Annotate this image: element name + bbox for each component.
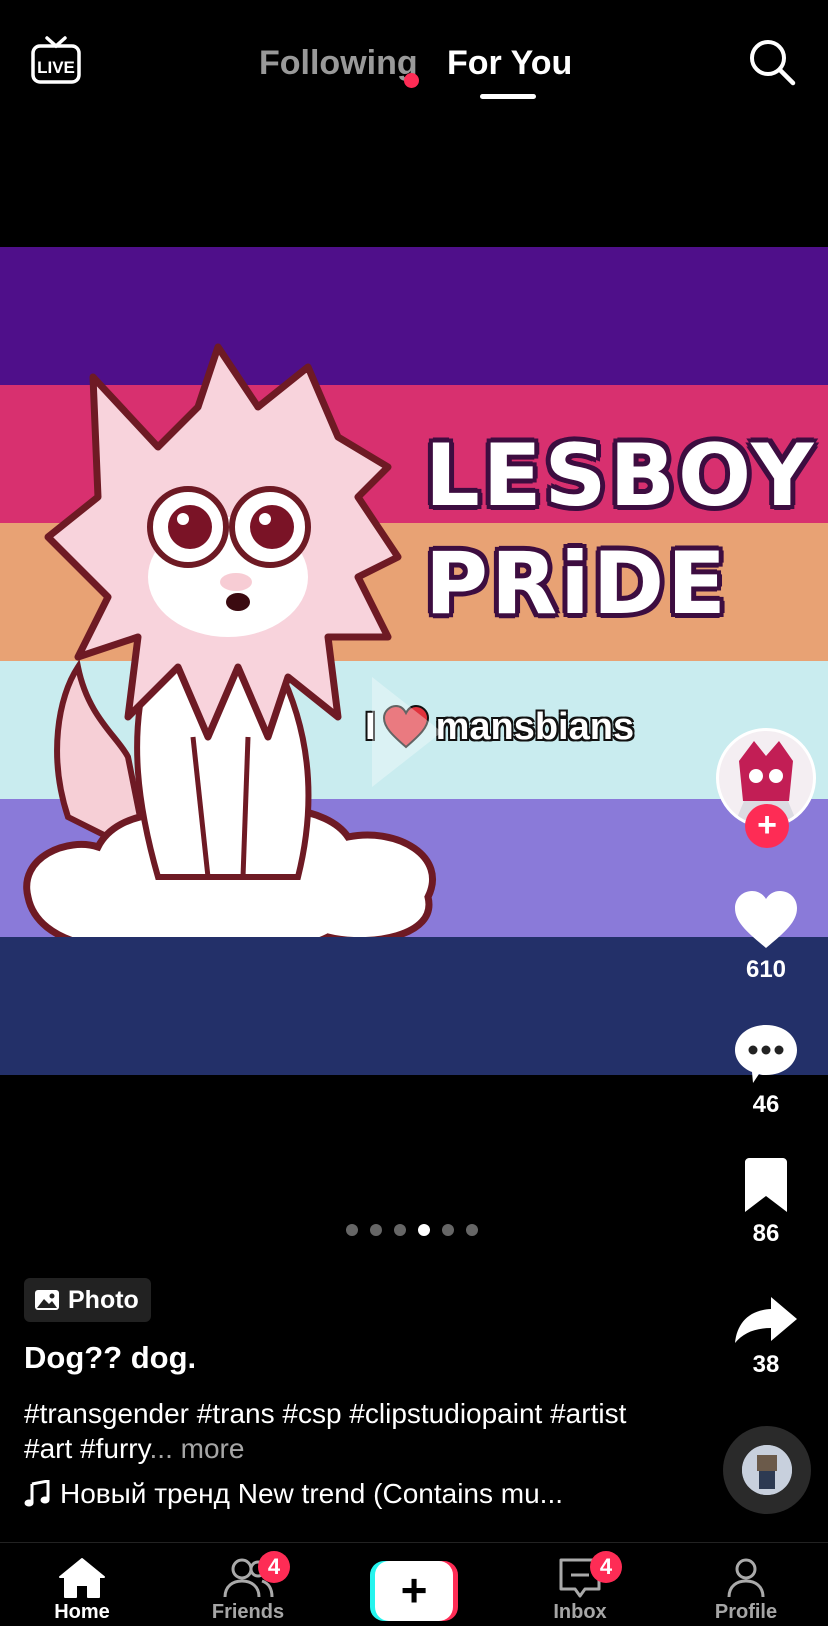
plus-icon: +: [375, 1561, 453, 1621]
comment-count: 46: [752, 1091, 780, 1118]
carousel-dot: [346, 1224, 358, 1236]
share-count: 38: [752, 1351, 780, 1378]
home-icon: [59, 1558, 105, 1598]
bookmark-icon: [745, 1158, 787, 1212]
active-tab-indicator: [480, 94, 536, 99]
inbox-badge: 4: [590, 1551, 622, 1583]
carousel-dot: [442, 1224, 454, 1236]
carousel-dot: [466, 1224, 478, 1236]
carousel-dot-active: [418, 1224, 430, 1236]
save-button[interactable]: 86: [726, 1158, 806, 1248]
save-count: 86: [752, 1220, 780, 1247]
search-icon: [750, 40, 796, 86]
photo-badge-label: Photo: [68, 1285, 139, 1314]
tab-for-you[interactable]: For You: [447, 44, 572, 83]
nav-inbox[interactable]: Inbox 4: [520, 1551, 640, 1624]
carousel-page-indicator: [346, 1224, 478, 1236]
friends-badge: 4: [258, 1551, 290, 1583]
post-hashtags[interactable]: #transgender #trans #csp #clipstudiopain…: [24, 1396, 674, 1466]
nav-friends[interactable]: Friends 4: [188, 1551, 308, 1624]
music-note-icon: [24, 1480, 50, 1507]
nav-friends-label: Friends: [211, 1601, 285, 1623]
post-image[interactable]: LESBOY PRiDE I mansbians: [0, 247, 828, 1075]
music-disc[interactable]: [723, 1426, 811, 1514]
profile-icon: [727, 1558, 765, 1598]
nav-home[interactable]: Home: [22, 1557, 142, 1624]
carousel-dot: [370, 1224, 382, 1236]
more-link[interactable]: more: [181, 1433, 245, 1464]
search-button[interactable]: [748, 38, 796, 86]
flag-title: LESBOY PRiDE: [425, 422, 816, 638]
photo-type-badge: Photo: [24, 1278, 151, 1322]
music-cover-image: [742, 1445, 792, 1495]
create-button[interactable]: +: [370, 1561, 458, 1621]
hashtag-ellipsis: ...: [149, 1433, 173, 1464]
nav-profile-label: Profile: [714, 1601, 778, 1623]
comment-button[interactable]: 46: [726, 1023, 806, 1119]
like-button[interactable]: 610: [726, 890, 806, 984]
tab-following[interactable]: Following: [259, 44, 418, 83]
bottom-navigation: Home Friends 4 + Inbox 4 Profile: [0, 1542, 828, 1626]
nav-home-label: Home: [54, 1601, 110, 1623]
music-track[interactable]: Новый тренд New trend (Contains mu...: [24, 1478, 563, 1510]
hashtag-list[interactable]: #transgender #trans #csp #clipstudiopain…: [24, 1398, 626, 1464]
following-notification-dot: [404, 73, 419, 88]
heart-icon: [735, 891, 797, 948]
comment-icon: [735, 1025, 797, 1083]
share-arrow-icon: [735, 1297, 797, 1343]
carousel-dot: [394, 1224, 406, 1236]
post-title: Dog?? dog.: [24, 1340, 197, 1375]
flag-title-line-1: LESBOY: [425, 426, 817, 526]
nav-inbox-label: Inbox: [553, 1601, 607, 1623]
follow-button[interactable]: +: [745, 804, 789, 848]
dog-illustration: [23, 343, 436, 937]
share-button[interactable]: 38: [726, 1295, 806, 1379]
like-count: 610: [745, 956, 787, 983]
image-icon: [35, 1290, 59, 1310]
flag-stripe: [0, 937, 828, 1075]
flag-title-line-2: PRiDE: [425, 534, 729, 634]
caption-suffix: mansbians: [435, 705, 635, 748]
nav-profile[interactable]: Profile: [686, 1557, 806, 1624]
play-icon: [372, 677, 442, 787]
music-title: Новый тренд New trend (Contains mu...: [60, 1478, 564, 1509]
